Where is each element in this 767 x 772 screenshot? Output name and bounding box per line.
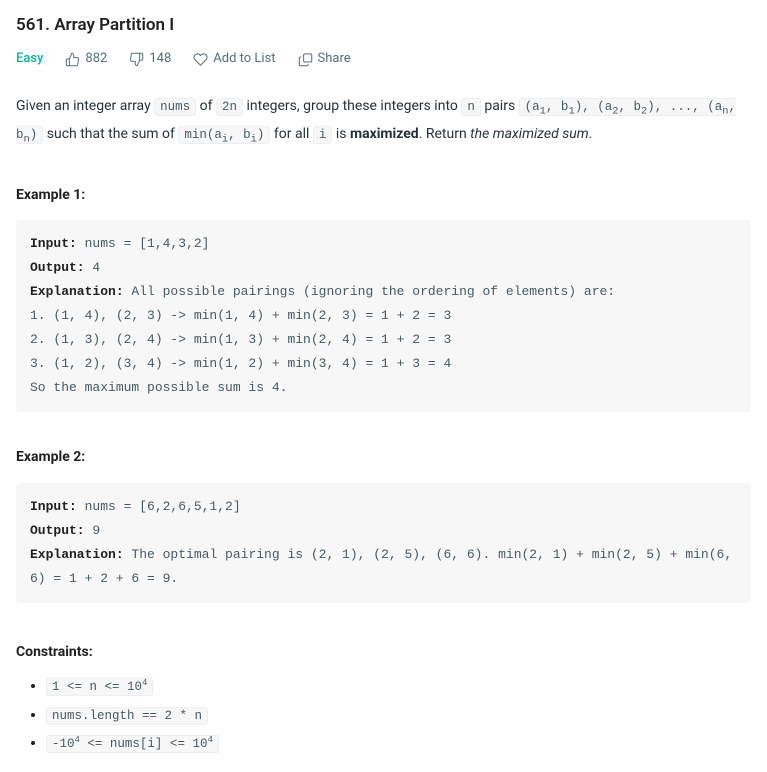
add-to-list-button[interactable]: Add to List <box>193 49 275 70</box>
example-1-block: Input: nums = [1,4,3,2] Output: 4 Explan… <box>16 220 751 412</box>
dislike-button[interactable]: 148 <box>129 49 171 70</box>
share-icon <box>298 52 313 67</box>
description-paragraph: Given an integer array nums of 2n intege… <box>16 94 751 150</box>
like-button[interactable]: 882 <box>65 49 107 70</box>
problem-description: Given an integer array nums of 2n intege… <box>16 94 751 150</box>
constraints-heading: Constraints: <box>16 641 751 663</box>
list-item: 1 <= n <= 104 <box>46 675 751 697</box>
example-1-heading: Example 1: <box>16 184 751 206</box>
list-item: -104 <= nums[i] <= 104 <box>46 732 751 754</box>
example-2-heading: Example 2: <box>16 446 751 468</box>
share-button[interactable]: Share <box>298 49 351 70</box>
meta-row: Easy 882 148 Add to List Share <box>16 49 751 70</box>
thumbs-up-icon <box>65 52 80 67</box>
heart-icon <box>193 52 208 67</box>
example-2-block: Input: nums = [6,2,6,5,1,2] Output: 9 Ex… <box>16 483 751 603</box>
share-label: Share <box>318 49 351 70</box>
difficulty-badge: Easy <box>16 49 43 70</box>
add-to-list-label: Add to List <box>213 49 275 70</box>
thumbs-down-icon <box>129 52 144 67</box>
constraints-list: 1 <= n <= 104 nums.length == 2 * n -104 <=… <box>16 675 751 754</box>
list-item: nums.length == 2 * n <box>46 704 751 726</box>
like-count: 882 <box>85 49 107 70</box>
dislike-count: 148 <box>149 49 171 70</box>
problem-title: 561. Array Partition I <box>16 12 751 39</box>
